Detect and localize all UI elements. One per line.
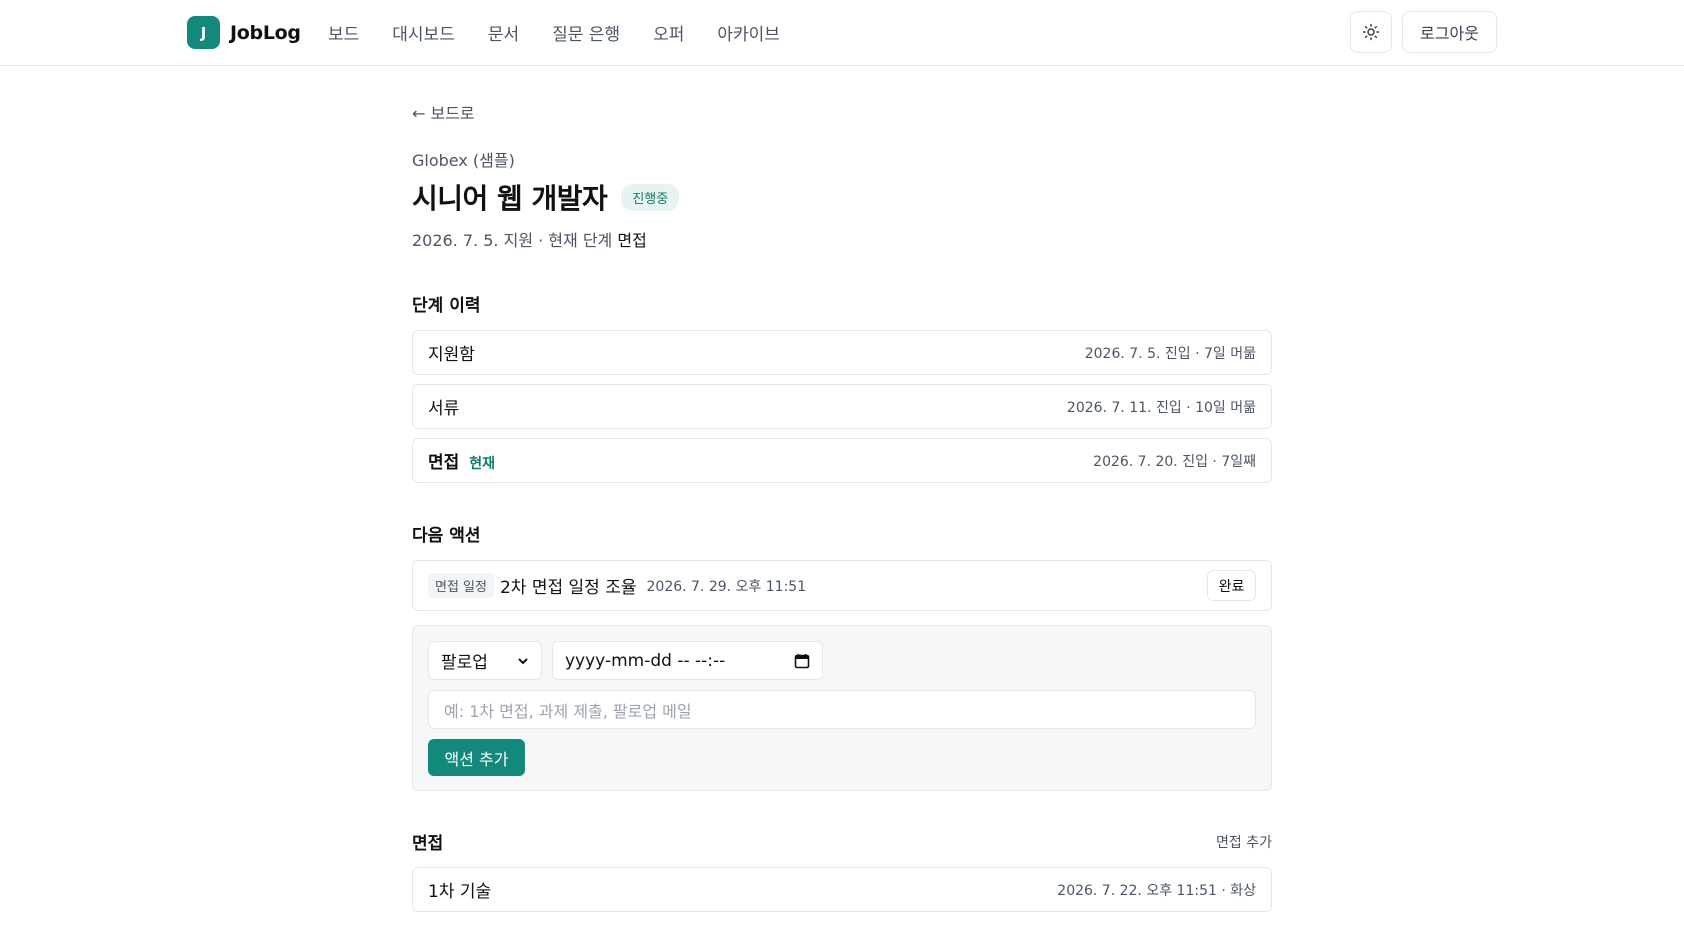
company-name: Globex (샘플): [412, 151, 515, 170]
back-to-board-link[interactable]: ← 보드로: [412, 100, 475, 124]
sun-icon: [1362, 23, 1380, 41]
due-date-input[interactable]: yyyy-mm-dd -- --:--: [552, 641, 823, 680]
application-meta: 2026. 7. 5. 지원 · 현재 단계 면접: [412, 227, 1272, 251]
action-item: 면접 일정 2차 면접 일정 조율 2026. 7. 29. 오후 11:51 …: [412, 560, 1272, 611]
nav-item-question-bank[interactable]: 질문 은행: [552, 20, 620, 45]
action-type-tag: 면접 일정: [428, 573, 494, 598]
action-type-select[interactable]: 팔로업: [428, 641, 542, 680]
complete-action-button[interactable]: 완료: [1207, 570, 1256, 601]
stage-list: 지원함 2026. 7. 5. 진입 · 7일 머묾 서류 2026. 7. 1…: [412, 330, 1272, 483]
theme-toggle-button[interactable]: [1350, 11, 1392, 53]
logout-button[interactable]: 로그아웃: [1402, 11, 1497, 53]
brand[interactable]: J JobLog: [187, 16, 301, 49]
main-nav: 보드 대시보드 문서 질문 은행 오퍼 아카이브: [328, 20, 780, 45]
chevron-down-icon: [518, 657, 528, 664]
nav-item-dashboard[interactable]: 대시보드: [392, 20, 455, 45]
main-content: ← 보드로 Globex (샘플) 시니어 웹 개발자 진행중 2026. 7.…: [412, 100, 1272, 912]
page-title: 시니어 웹 개발자: [412, 182, 608, 215]
top-navigation-bar: J JobLog 보드 대시보드 문서 질문 은행 오퍼 아카이브 로그아웃: [0, 0, 1684, 66]
stage-name: 서류: [428, 399, 460, 419]
add-interview-link[interactable]: 면접 추가: [1216, 832, 1272, 852]
stage-row: 서류 2026. 7. 11. 진입 · 10일 머묾: [412, 384, 1272, 429]
add-action-button[interactable]: 액션 추가: [428, 739, 525, 776]
next-actions-title: 다음 액션: [412, 526, 481, 546]
action-title: 2차 면접 일정 조율: [499, 578, 637, 598]
interviews-header: 면접 면접 추가: [412, 829, 1272, 854]
stage-info: 2026. 7. 20. 진입 · 7일째: [1093, 453, 1256, 470]
due-date-placeholder: yyyy-mm-dd -- --:--: [565, 650, 726, 671]
stage-name-group: 면접 현재: [428, 448, 495, 473]
current-stage-text: 면접: [617, 231, 647, 250]
action-due-date: 2026. 7. 29. 오후 11:51: [646, 578, 807, 595]
nav-item-board[interactable]: 보드: [328, 20, 359, 45]
stage-history-section: 단계 이력 지원함 2026. 7. 5. 진입 · 7일 머묾 서류 2026…: [412, 291, 1272, 483]
title-row: 시니어 웹 개발자 진행중: [412, 177, 1272, 217]
next-actions-section: 다음 액션 면접 일정 2차 면접 일정 조율 2026. 7. 29. 오후 …: [412, 521, 1272, 791]
stage-info: 2026. 7. 5. 진입 · 7일 머묾: [1084, 345, 1256, 362]
meta-text: 2026. 7. 5. 지원 · 현재 단계: [412, 231, 618, 250]
stage-name: 지원함: [428, 345, 475, 365]
interviews-section: 면접 면접 추가 1차 기술 2026. 7. 22. 오후 11:51 · 화…: [412, 829, 1272, 912]
stage-row-current: 면접 현재 2026. 7. 20. 진입 · 7일째: [412, 438, 1272, 483]
current-stage-tag: 현재: [469, 456, 496, 472]
calendar-icon[interactable]: [794, 653, 810, 669]
stage-info: 2026. 7. 11. 진입 · 10일 머묾: [1066, 399, 1256, 416]
add-action-form: 팔로업 yyyy-mm-dd -- --:-- 예: 1차 면접, 과제 제출,…: [412, 625, 1272, 791]
app-name: JobLog: [230, 21, 301, 44]
nav-item-offers[interactable]: 오퍼: [653, 20, 684, 45]
interview-name: 1차 기술: [428, 882, 492, 902]
interviews-title: 면접: [412, 834, 444, 854]
interview-row[interactable]: 1차 기술 2026. 7. 22. 오후 11:51 · 화상: [412, 867, 1272, 912]
logo: J: [187, 16, 220, 49]
stage-history-title: 단계 이력: [412, 296, 481, 316]
form-row: 팔로업 yyyy-mm-dd -- --:--: [428, 641, 1256, 680]
status-badge: 진행중: [621, 183, 680, 211]
action-type-value: 팔로업: [441, 653, 488, 673]
nav-item-archive[interactable]: 아카이브: [717, 20, 780, 45]
stage-name: 면접: [428, 453, 460, 473]
stage-row: 지원함 2026. 7. 5. 진입 · 7일 머묾: [412, 330, 1272, 375]
interview-info: 2026. 7. 22. 오후 11:51 · 화상: [1057, 882, 1256, 899]
action-title-input[interactable]: 예: 1차 면접, 과제 제출, 팔로업 메일: [428, 690, 1256, 729]
nav-item-documents[interactable]: 문서: [488, 20, 519, 45]
